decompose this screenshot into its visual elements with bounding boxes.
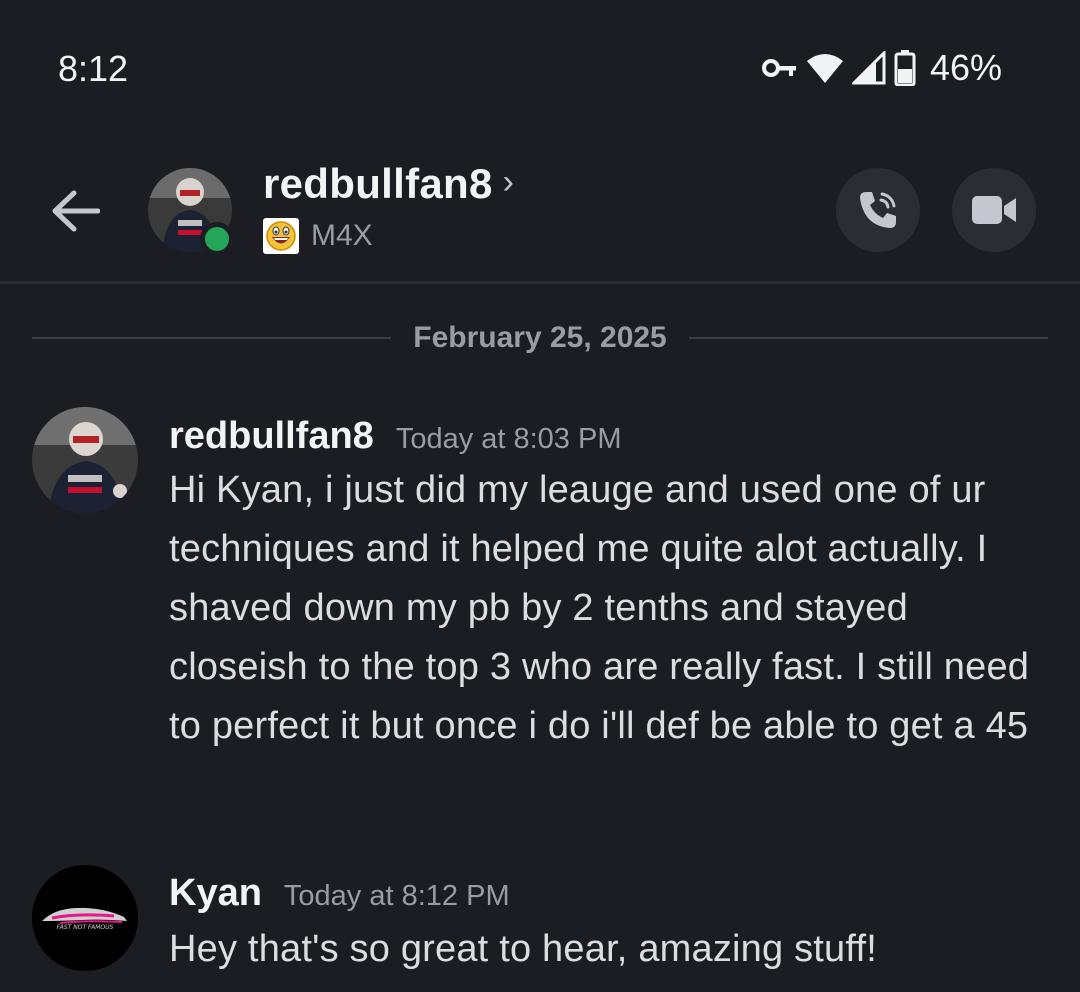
vpn-key-icon — [761, 56, 798, 80]
header-profile-link[interactable]: redbullfan8 › — [263, 160, 514, 208]
header-username: redbullfan8 — [263, 160, 493, 207]
message-author[interactable]: redbullfan8 — [169, 415, 374, 458]
chat-header: redbullfan8 › M4X — [0, 130, 1080, 284]
custom-status-text: M4X — [311, 219, 373, 252]
arrow-left-icon — [52, 190, 100, 232]
grinning-face-emoji-icon — [263, 218, 299, 254]
online-status-dot — [200, 222, 234, 256]
status-bar: 8:12 46% — [0, 0, 1080, 130]
date-divider: February 25, 2025 — [32, 318, 1048, 358]
message-item[interactable]: redbullfan8 Today at 8:03 PM Hi Kyan, i … — [0, 405, 1080, 825]
message-timestamp: Today at 8:03 PM — [395, 423, 622, 455]
message-text: Hey that's so great to hear, amazing stu… — [169, 928, 877, 970]
message-avatar[interactable]: FAST NOT FAMOUS — [32, 865, 138, 971]
status-icons: 46% — [761, 47, 1002, 88]
back-button[interactable] — [44, 180, 106, 242]
signal-icon — [851, 51, 886, 85]
battery-icon — [894, 50, 916, 86]
racing-driver-avatar-image — [32, 407, 138, 513]
wifi-icon — [806, 52, 844, 84]
divider-date: February 25, 2025 — [413, 321, 667, 354]
video-call-button[interactable] — [952, 168, 1036, 252]
voice-call-icon — [860, 192, 896, 228]
divider-line-left — [32, 337, 392, 339]
message-header: Kyan Today at 8:12 PM — [169, 872, 510, 915]
message-text: Hi Kyan, i just did my leauge and used o… — [169, 469, 1030, 747]
fast-not-famous-logo-avatar: FAST NOT FAMOUS — [32, 865, 138, 971]
message-avatar[interactable] — [32, 407, 138, 513]
chevron-right-icon: › — [502, 162, 514, 201]
video-camera-icon — [972, 196, 1016, 224]
voice-call-button[interactable] — [836, 168, 920, 252]
message-author[interactable]: Kyan — [169, 872, 262, 915]
logo-text: FAST NOT FAMOUS — [57, 924, 114, 931]
message-header: redbullfan8 Today at 8:03 PM — [169, 415, 622, 458]
divider-line-right — [688, 337, 1048, 339]
custom-status: M4X — [263, 218, 373, 254]
message-item[interactable]: FAST NOT FAMOUS Kyan Today at 8:12 PM He… — [0, 864, 1080, 992]
battery-percent: 46% — [929, 47, 1002, 88]
status-time: 8:12 — [58, 48, 129, 89]
message-timestamp: Today at 8:12 PM — [283, 880, 510, 912]
